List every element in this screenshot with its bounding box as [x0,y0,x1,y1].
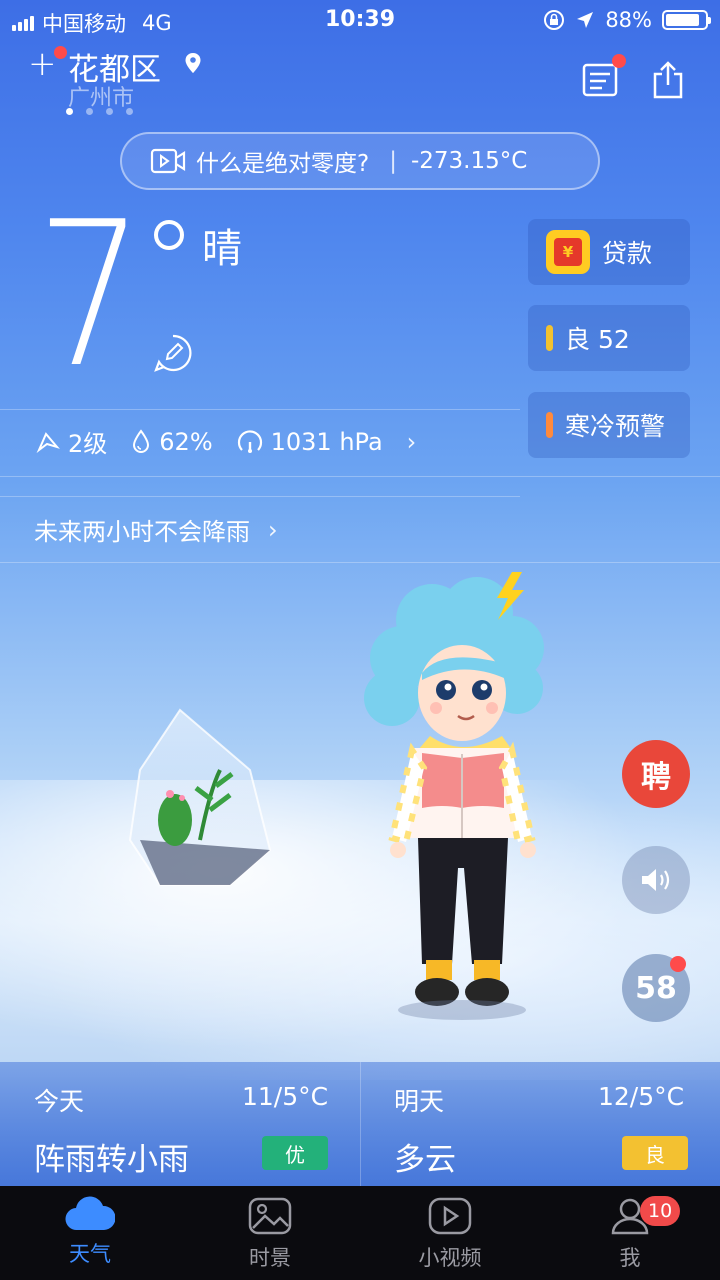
me-notification-badge: 10 [640,1196,681,1226]
topic-banner[interactable]: 什么是绝对零度? | -273.15°C [120,132,600,190]
play-icon [428,1197,472,1235]
divider [0,562,720,563]
cloud-icon [65,1196,115,1231]
divider [0,409,520,410]
tomorrow-aqi-badge: 良 [622,1136,688,1170]
wind-metric: 2级 [36,424,107,459]
tab-label: 我 [619,1246,641,1270]
rain-forecast-text: 未来两小时不会降雨 [34,518,250,546]
page-dot [86,108,93,115]
voice-broadcast-button[interactable] [622,846,690,914]
loan-icon: ¥ [546,230,590,274]
terrarium-illustration [128,708,272,886]
today-condition: 阵雨转小雨 [34,1142,189,1178]
loan-card[interactable]: ¥ 贷款 [528,219,690,285]
share-icon[interactable] [650,60,686,100]
today-temp: 11/5°C [242,1082,329,1111]
wind-value: 2级 [68,430,108,458]
status-right: 88% [543,8,711,32]
aqi-card[interactable]: 良 52 [528,305,690,371]
tab-scenery[interactable]: 时景 [180,1186,360,1280]
chevron-right-icon: › [406,427,417,456]
topic-separator: | [389,148,397,174]
snow-ground [0,780,720,1080]
tab-label: 小视频 [418,1246,482,1270]
tab-label: 天气 [69,1242,111,1266]
humidity-metric: 62% [131,427,213,456]
video-icon [150,148,186,174]
location-arrow-icon [577,12,594,28]
hire-button[interactable]: 聘 [622,740,690,808]
warning-label: 寒冷预警 [565,412,666,441]
character-illustration [364,572,544,1020]
today-aqi-badge: 优 [262,1136,328,1170]
tomorrow-condition: 多云 [394,1142,456,1178]
tab-label: 时景 [249,1246,291,1270]
rain-forecast-row[interactable]: 未来两小时不会降雨 › [34,512,278,547]
degree-symbol [154,220,184,250]
current-condition: 晴 [202,226,242,272]
topic-text: 什么是绝对零度? [196,151,370,177]
news-icon[interactable] [582,62,618,98]
battery-percent: 88% [605,8,652,32]
picture-icon [248,1197,292,1235]
divider [0,476,720,477]
wind-icon [36,431,60,453]
notification-dot [670,956,686,972]
add-city-button[interactable]: + [28,44,57,84]
tab-weather[interactable]: 天气 [0,1186,180,1280]
rotation-lock-icon [544,10,565,30]
battery-icon [662,10,711,30]
warning-indicator [546,412,553,438]
page-indicator [66,108,133,115]
speaker-icon [642,869,670,891]
weather-metrics[interactable]: 2级 62% 1031 hPa › [36,424,416,459]
forecast-divider [360,1062,361,1186]
aqi-indicator [546,325,553,351]
page-dot [66,108,73,115]
aqi-label: 良 52 [565,325,630,354]
page-dot [126,108,133,115]
current-temperature: 7 [36,179,144,412]
divider [0,496,520,497]
notification-dot [54,46,67,59]
pressure-gauge-icon [237,429,262,453]
topic-value: -273.15°C [410,148,528,174]
tomorrow-label[interactable]: 明天 [394,1082,444,1118]
tab-me[interactable]: 我 [540,1186,720,1280]
pressure-value: 1031 hPa [270,427,383,456]
loan-label: 贷款 [602,239,653,268]
news-notification-dot [612,54,626,68]
humidity-icon [133,428,150,453]
tab-bar: 天气 时景 小视频 我 [0,1186,720,1280]
humidity-value: 62% [159,427,213,456]
status-bar: 中国移动 4G 10:39 88% [0,0,720,40]
today-label[interactable]: 今天 [34,1082,84,1118]
cold-warning-card[interactable]: 寒冷预警 [528,392,690,458]
tomorrow-temp: 12/5°C [598,1082,685,1111]
loan-icon-glyph: ¥ [554,238,582,266]
tab-short-video[interactable]: 小视频 [360,1186,540,1280]
location-pin-icon [185,53,201,73]
page-dot [106,108,113,115]
edit-icon[interactable] [154,334,192,372]
pressure-metric: 1031 hPa [237,428,383,456]
chevron-right-icon: › [268,515,278,544]
